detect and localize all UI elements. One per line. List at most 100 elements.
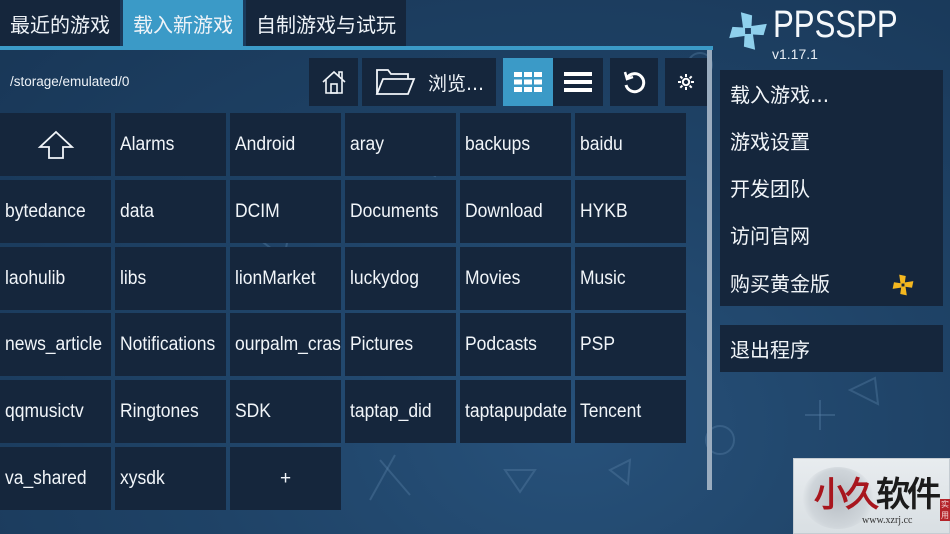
folder-name: va_shared xyxy=(5,467,87,489)
folder-item[interactable]: aray xyxy=(345,113,456,176)
folder-name: lionMarket xyxy=(235,267,316,289)
folder-open-icon xyxy=(375,69,416,95)
folder-item[interactable]: va_shared xyxy=(0,447,111,510)
folder-item[interactable]: SDK xyxy=(230,380,341,443)
folder-item[interactable]: PSP xyxy=(575,313,686,376)
tab-load-new-game[interactable]: 载入新游戏 xyxy=(123,0,243,46)
exit-label-wrap: 退出程序 xyxy=(730,328,935,368)
menu-item-label: 载入游戏... xyxy=(730,82,830,107)
folder-name: Alarms xyxy=(120,133,175,155)
watermark-char: 小 xyxy=(814,475,848,515)
folder-item[interactable]: Tencent xyxy=(575,380,686,443)
app-name: PPSSPP xyxy=(773,4,898,46)
exit-label: 退出程序 xyxy=(730,337,810,362)
folder-name: aray xyxy=(350,133,385,155)
folder-item[interactable]: bytedance xyxy=(0,180,111,243)
folder-name: DCIM xyxy=(235,200,280,222)
folder-name: Ringtones xyxy=(120,400,199,422)
folder-name: backups xyxy=(465,133,531,155)
folder-item[interactable]: laohulib xyxy=(0,247,111,310)
folder-name: laohulib xyxy=(5,267,66,289)
tab-bar: 最近的游戏 载入新游戏 自制游戏与试玩 xyxy=(0,0,409,46)
folder-name: Podcasts xyxy=(465,333,537,355)
refresh-icon xyxy=(623,71,646,94)
folder-item[interactable]: Movies xyxy=(460,247,571,310)
grid-view-icon xyxy=(514,72,542,92)
folder-item[interactable]: qqmusictv xyxy=(0,380,111,443)
home-icon xyxy=(321,70,346,94)
folder-item[interactable]: Alarms xyxy=(115,113,226,176)
folder-item[interactable]: Music xyxy=(575,247,686,310)
folder-name: bytedance xyxy=(5,200,86,222)
folder-item[interactable]: libs xyxy=(115,247,226,310)
folder-name: libs xyxy=(120,267,147,289)
exit-button[interactable]: 退出程序 xyxy=(720,325,943,372)
menu-load-game[interactable]: 载入游戏... xyxy=(730,73,935,113)
menu-credits[interactable]: 开发团队 xyxy=(730,167,935,207)
folder-item[interactable]: news_article xyxy=(0,313,111,376)
folder-item[interactable]: luckydog xyxy=(345,247,456,310)
folder-name: qqmusictv xyxy=(5,400,84,422)
watermark-text: 小久软件 xyxy=(814,467,941,516)
folder-name: SDK xyxy=(235,400,271,422)
folder-item[interactable]: Download xyxy=(460,180,571,243)
tab-label: 自制游戏与试玩 xyxy=(256,12,396,37)
menu-game-settings[interactable]: 游戏设置 xyxy=(730,120,935,160)
main-menu: 载入游戏... 游戏设置 开发团队 访问官网 购买黄金版 xyxy=(720,70,943,306)
folder-item[interactable]: baidu xyxy=(575,113,686,176)
settings-button[interactable] xyxy=(665,58,707,106)
folder-name: baidu xyxy=(580,133,623,155)
current-path: /storage/emulated/0 xyxy=(10,74,130,89)
watermark-char: 久 xyxy=(845,475,879,515)
folder-name: Documents xyxy=(350,200,439,222)
folder-name: Tencent xyxy=(580,400,642,422)
home-button[interactable] xyxy=(309,58,358,106)
folder-item[interactable]: Podcasts xyxy=(460,313,571,376)
folder-name: PSP xyxy=(580,333,615,355)
folder-item[interactable]: xysdk xyxy=(115,447,226,510)
folder-name: HYKB xyxy=(580,200,628,222)
folder-item[interactable]: backups xyxy=(460,113,571,176)
add-folder-button[interactable]: + xyxy=(230,447,341,510)
list-view-button[interactable] xyxy=(553,58,603,106)
folder-item[interactable]: Ringtones xyxy=(115,380,226,443)
folder-item[interactable]: taptap_did xyxy=(345,380,456,443)
folder-item[interactable]: lionMarket xyxy=(230,247,341,310)
folder-item[interactable]: Notifications xyxy=(115,313,226,376)
folder-name: Pictures xyxy=(350,333,414,355)
folder-item[interactable]: HYKB xyxy=(575,180,686,243)
folder-item[interactable]: data xyxy=(115,180,226,243)
grid-view-button[interactable] xyxy=(503,58,553,106)
tab-label: 载入新游戏 xyxy=(133,12,233,37)
folder-name: news_article xyxy=(5,333,103,355)
app-version: v1.17.1 xyxy=(772,46,818,62)
watermark-logo: 小久软件 www.xzrj.cc 实用 xyxy=(793,458,950,534)
watermark-char: 件 xyxy=(907,475,941,515)
folder-item[interactable]: DCIM xyxy=(230,180,341,243)
folder-item[interactable]: Pictures xyxy=(345,313,456,376)
folder-name: Android xyxy=(235,133,296,155)
folder-name: data xyxy=(120,200,155,222)
tab-recent-games[interactable]: 最近的游戏 xyxy=(0,0,120,46)
watermark-url: www.xzrj.cc xyxy=(862,515,913,526)
menu-buy-gold[interactable]: 购买黄金版 xyxy=(730,262,935,302)
refresh-button[interactable] xyxy=(610,58,658,106)
add-label: + xyxy=(279,467,292,489)
parent-directory-button[interactable] xyxy=(0,113,111,176)
folder-item[interactable]: taptapupdate xyxy=(460,380,571,443)
tab-underline xyxy=(0,46,713,50)
file-list-scrollbar[interactable] xyxy=(707,50,712,490)
folder-item[interactable]: Documents xyxy=(345,180,456,243)
menu-visit-website[interactable]: 访问官网 xyxy=(730,214,935,254)
tab-homebrew-demos[interactable]: 自制游戏与试玩 xyxy=(246,0,406,46)
menu-item-label: 开发团队 xyxy=(730,176,810,201)
watermark-seal: 实用 xyxy=(940,499,950,521)
browse-button[interactable]: 浏览... xyxy=(362,58,496,106)
tab-label: 最近的游戏 xyxy=(10,12,110,37)
watermark-char: 软 xyxy=(876,475,910,515)
list-view-icon xyxy=(564,72,592,92)
folder-item[interactable]: ourpalm_cras xyxy=(230,313,341,376)
folder-item[interactable]: Android xyxy=(230,113,341,176)
folder-name: taptap_did xyxy=(350,400,432,422)
folder-name: ourpalm_cras xyxy=(235,333,341,355)
